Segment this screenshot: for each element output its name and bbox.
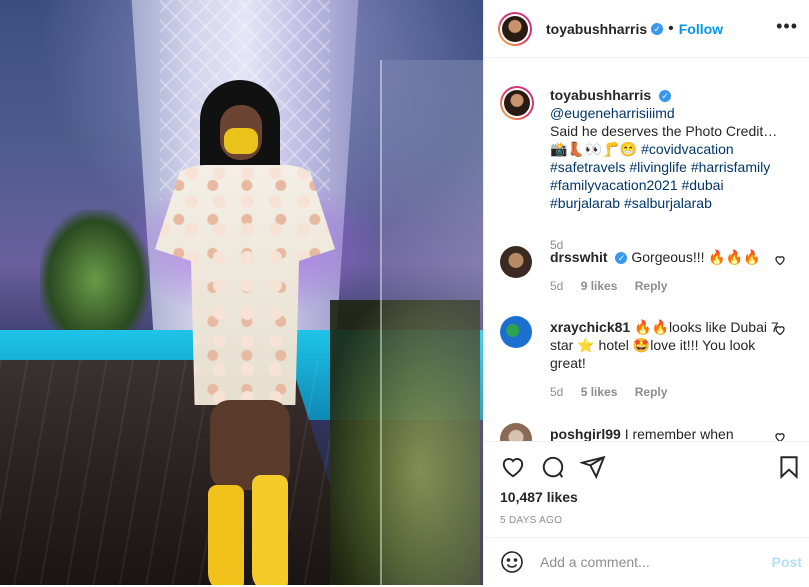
more-options-icon[interactable]: ••• [776, 16, 798, 37]
caption-hashtags[interactable]: #safetravels #livinglife #harrisfamily [550, 159, 770, 175]
post-actions: 10,487 likes 5 DAYS AGO Add a comment...… [484, 441, 809, 586]
comment-like-icon[interactable] [774, 254, 786, 266]
comment-username[interactable]: drsswhit [550, 249, 608, 265]
comment-avatar[interactable] [500, 423, 532, 441]
comment-username[interactable]: poshgirl99 [550, 426, 621, 441]
photo-floral-dress [155, 165, 335, 405]
comment-time[interactable]: 5d [550, 279, 563, 293]
like-heart-icon[interactable] [500, 454, 526, 480]
instagram-post-view: toyabushharris ✓ • Follow ••• toyabushha… [0, 0, 809, 585]
photo-boot-right [252, 475, 288, 585]
caption-avatar[interactable] [500, 86, 534, 120]
follow-button[interactable]: Follow [679, 21, 723, 37]
caption-avatar-frame [502, 88, 532, 118]
add-comment-bar: Add a comment... Post [484, 537, 809, 587]
photo-person [140, 80, 350, 585]
comment-likes[interactable]: 9 likes [581, 279, 618, 293]
photo-face-mask [224, 128, 258, 154]
post-sidebar: toyabushharris ✓ • Follow ••• toyabushha… [483, 0, 809, 585]
caption-emojis: 📸👢👀🦵😁 [550, 141, 638, 157]
comment-verified-icon: ✓ [615, 252, 628, 265]
post-photo[interactable] [0, 0, 483, 585]
comment-body: I remember when [624, 426, 734, 441]
comment-reply-button[interactable]: Reply [635, 279, 668, 293]
comment-text: drsswhit ✓ Gorgeous!!! 🔥🔥🔥 [550, 248, 785, 266]
caption-hashtags[interactable]: #familyvacation2021 #dubai [550, 177, 724, 193]
author-avatar[interactable] [498, 11, 532, 46]
caption: toyabushharris ✓ @eugeneharrisiiimd Said… [500, 86, 800, 252]
comment-item: xraychick81 🔥🔥looks like Dubai 7 star ⭐ … [500, 316, 800, 406]
comment-bubble-icon[interactable] [540, 454, 566, 480]
verified-icon: ✓ [651, 22, 664, 35]
caption-username[interactable]: toyabushharris [550, 87, 651, 103]
like-count[interactable]: 10,487 likes [500, 489, 578, 505]
comment-like-icon[interactable] [774, 324, 786, 336]
caption-hashtags[interactable]: #burjalarab #salburjalarab [550, 195, 712, 211]
comment-input[interactable]: Add a comment... [540, 554, 650, 570]
post-date[interactable]: 5 DAYS AGO [500, 515, 562, 526]
caption-avatar-image [504, 90, 530, 116]
post-header: toyabushharris ✓ • Follow ••• [484, 0, 809, 58]
post-comment-button[interactable]: Post [772, 554, 802, 570]
emoji-icon[interactable] [500, 550, 524, 579]
comment-reply-button[interactable]: Reply [635, 385, 668, 399]
photo-palm-left [40, 210, 150, 350]
header-separator: • [668, 19, 674, 37]
comment-avatar[interactable] [500, 246, 532, 278]
caption-body: Said he deserves the Photo Credit… [550, 123, 778, 139]
caption-text: toyabushharris ✓ @eugeneharrisiiimd Said… [550, 86, 785, 212]
comment-item: poshgirl99 I remember when [500, 423, 800, 441]
caption-hashtags[interactable]: #covidvacation [641, 141, 734, 157]
author-avatar-image [502, 15, 528, 42]
comments-scroll-area[interactable]: toyabushharris ✓ @eugeneharrisiiimd Said… [484, 58, 809, 441]
comment-item: drsswhit ✓ Gorgeous!!! 🔥🔥🔥 5d 9 likes Re… [500, 246, 800, 296]
comment-meta: 5d 9 likes Reply [550, 279, 667, 293]
comment-time[interactable]: 5d [550, 385, 563, 399]
caption-mention[interactable]: @eugeneharrisiiimd [550, 105, 675, 121]
comment-body: Gorgeous!!! 🔥🔥🔥 [631, 249, 761, 265]
author-username[interactable]: toyabushharris [546, 21, 647, 37]
photo-boot-left [208, 485, 244, 585]
comment-text: poshgirl99 I remember when [550, 425, 785, 441]
caption-verified-icon: ✓ [659, 90, 672, 103]
photo-glass-railing [380, 60, 483, 585]
comment-username[interactable]: xraychick81 [550, 319, 630, 335]
share-send-icon[interactable] [578, 454, 606, 480]
save-bookmark-icon[interactable] [776, 454, 802, 480]
author-avatar-frame [500, 13, 530, 44]
comment-meta: 5d 5 likes Reply [550, 385, 667, 399]
comment-text: xraychick81 🔥🔥looks like Dubai 7 star ⭐ … [550, 318, 785, 372]
comment-likes[interactable]: 5 likes [581, 385, 618, 399]
comment-like-icon[interactable] [774, 431, 786, 441]
comment-avatar[interactable] [500, 316, 532, 348]
